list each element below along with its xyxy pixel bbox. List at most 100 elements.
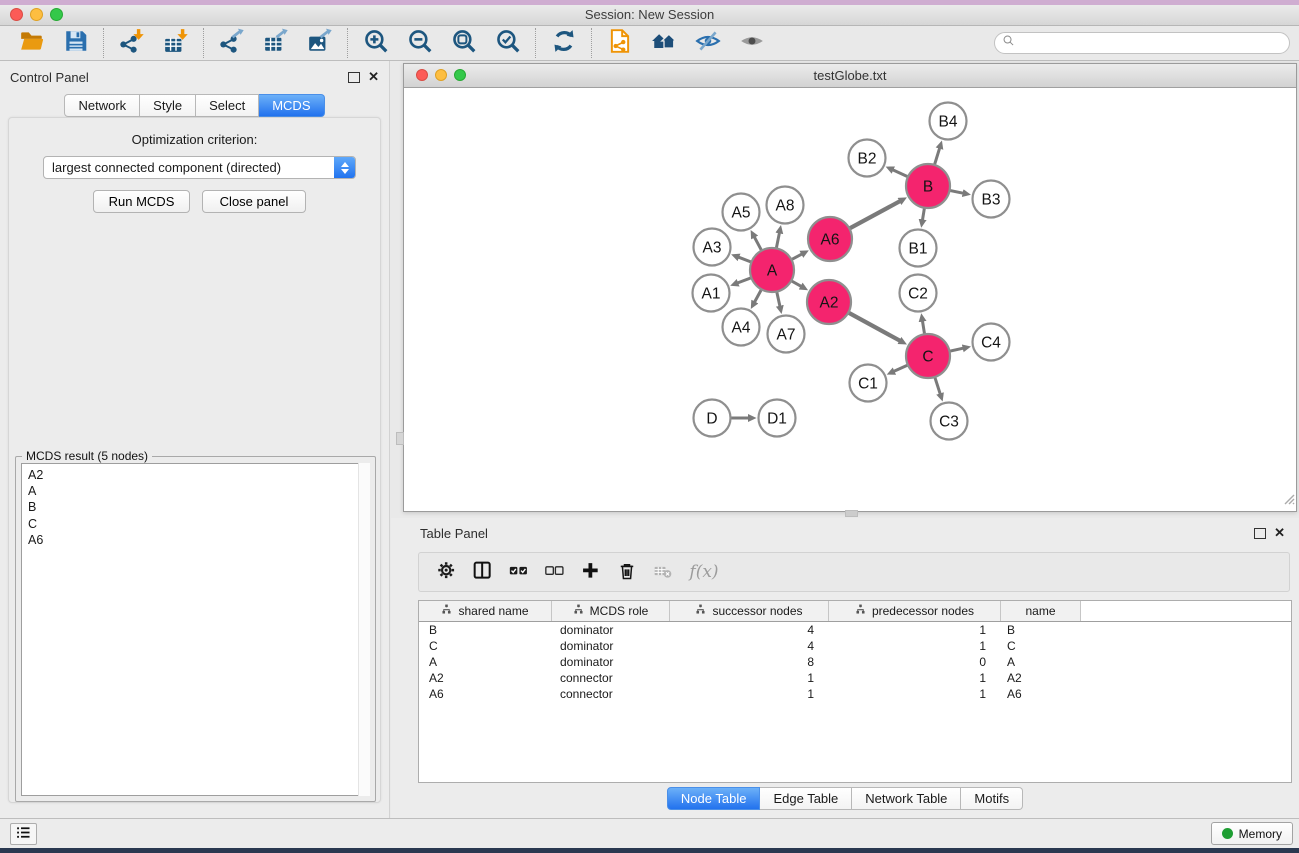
float-panel-icon[interactable] (348, 72, 360, 83)
table-row[interactable]: Adominator80A (419, 654, 1291, 670)
table-cell[interactable]: 4 (670, 638, 829, 654)
checked-pair-button[interactable] (501, 556, 537, 588)
graph-node-A4[interactable]: A4 (723, 309, 760, 346)
mcds-result-item[interactable]: C (22, 516, 369, 532)
table-row[interactable]: A6connector11A6 (419, 686, 1291, 702)
memory-button[interactable]: Memory (1211, 822, 1293, 845)
graph-node-A2[interactable]: A2 (807, 280, 851, 324)
table-cell[interactable]: C (1001, 638, 1081, 654)
graph-node-D1[interactable]: D1 (759, 400, 796, 437)
graph-node-A3[interactable]: A3 (694, 229, 731, 266)
table-cell[interactable]: B (1001, 622, 1081, 638)
graph-node-B[interactable]: B (906, 164, 950, 208)
run-mcds-button[interactable]: Run MCDS (93, 190, 190, 213)
graph-node-A8[interactable]: A8 (767, 187, 804, 224)
table-cell[interactable]: 0 (829, 654, 1001, 670)
home-pair-button[interactable] (642, 27, 686, 59)
graph-node-C2[interactable]: C2 (900, 275, 937, 312)
tab-node-table[interactable]: Node Table (667, 787, 761, 810)
graph-node-B2[interactable]: B2 (849, 140, 886, 177)
table-cell[interactable]: 1 (829, 638, 1001, 654)
table-cell[interactable]: 1 (829, 686, 1001, 702)
table-cell[interactable]: connector (552, 686, 670, 702)
graph-node-B3[interactable]: B3 (973, 181, 1010, 218)
tab-network[interactable]: Network (64, 94, 140, 117)
table-cell[interactable]: connector (552, 670, 670, 686)
column-header-successor-nodes[interactable]: successor nodes (670, 601, 829, 621)
export-table-button[interactable] (254, 27, 298, 59)
gear-button[interactable] (429, 556, 465, 588)
network-file-button[interactable] (598, 27, 642, 59)
column-header-predecessor-nodes[interactable]: predecessor nodes (829, 601, 1001, 621)
splitter-handle-bottom[interactable] (845, 510, 858, 517)
tab-motifs[interactable]: Motifs (961, 787, 1023, 810)
close-panel-icon[interactable]: ✕ (368, 71, 379, 83)
graph-node-A1[interactable]: A1 (693, 275, 730, 312)
graph-node-C[interactable]: C (906, 334, 950, 378)
table-cell[interactable]: 1 (670, 670, 829, 686)
mcds-result-item[interactable]: A2 (22, 467, 369, 483)
table-cell[interactable]: 1 (829, 670, 1001, 686)
table-cell[interactable]: A6 (1001, 686, 1081, 702)
search-input[interactable] (1020, 34, 1289, 52)
graph-node-A[interactable]: A (750, 248, 794, 292)
unchecked-pair-button[interactable] (537, 556, 573, 588)
eye-button[interactable] (730, 27, 774, 59)
table-cell[interactable]: 8 (670, 654, 829, 670)
resize-grip-icon[interactable] (1282, 492, 1295, 510)
table-cell[interactable]: A6 (419, 686, 552, 702)
zoom-out-button[interactable] (398, 27, 442, 59)
open-file-button[interactable] (10, 27, 54, 59)
mcds-result-item[interactable]: A (22, 483, 369, 499)
import-network-button[interactable] (110, 27, 154, 59)
graph-node-B4[interactable]: B4 (930, 103, 967, 140)
column-header-MCDS-role[interactable]: MCDS role (552, 601, 670, 621)
import-table-button[interactable] (154, 27, 198, 59)
graph-node-A5[interactable]: A5 (723, 194, 760, 231)
export-network-button[interactable] (210, 27, 254, 59)
network-canvas[interactable]: B4B2BB3A5A8A6B1A3AC2A1A2A4A7C4CC1DD1C3 (404, 87, 1296, 511)
table-row[interactable]: Cdominator41C (419, 638, 1291, 654)
mcds-result-item[interactable]: A6 (22, 532, 369, 548)
plus-button[interactable] (573, 556, 609, 588)
mcds-result-item[interactable]: B (22, 499, 369, 515)
graph-node-A6[interactable]: A6 (808, 217, 852, 261)
close-panel-button[interactable]: Close panel (202, 190, 306, 213)
search-field[interactable] (994, 32, 1290, 54)
tab-network-table[interactable]: Network Table (852, 787, 961, 810)
criterion-dropdown[interactable]: largest connected component (directed) (43, 156, 356, 179)
table-row[interactable]: A2connector11A2 (419, 670, 1291, 686)
graph-node-C4[interactable]: C4 (973, 324, 1010, 361)
table-cell[interactable]: dominator (552, 654, 670, 670)
table-cell[interactable]: 1 (829, 622, 1001, 638)
trash-button[interactable] (609, 556, 645, 588)
tab-edge-table[interactable]: Edge Table (760, 787, 852, 810)
tab-select[interactable]: Select (196, 94, 259, 117)
save-session-button[interactable] (54, 27, 98, 59)
table-cell[interactable]: 4 (670, 622, 829, 638)
table-cell[interactable]: 1 (670, 686, 829, 702)
table-cell[interactable]: A (1001, 654, 1081, 670)
refresh-view-button[interactable] (542, 27, 586, 59)
splitter-handle-left[interactable] (396, 432, 404, 445)
table-cell[interactable]: C (419, 638, 552, 654)
graph-node-C3[interactable]: C3 (931, 403, 968, 440)
tab-mcds[interactable]: MCDS (259, 94, 324, 117)
zoom-in-button[interactable] (354, 27, 398, 59)
columns-button[interactable] (465, 556, 501, 588)
table-close-icon[interactable]: ✕ (1274, 527, 1285, 539)
result-list-scrollbar[interactable] (358, 463, 370, 796)
table-cell[interactable]: A2 (1001, 670, 1081, 686)
column-header-name[interactable]: name (1001, 601, 1081, 621)
table-cell[interactable]: A2 (419, 670, 552, 686)
table-cell[interactable]: dominator (552, 622, 670, 638)
table-cell[interactable]: dominator (552, 638, 670, 654)
zoom-selected-button[interactable] (486, 27, 530, 59)
table-float-icon[interactable] (1254, 528, 1266, 539)
task-history-button[interactable] (10, 823, 37, 845)
graph-node-C1[interactable]: C1 (850, 365, 887, 402)
graph-node-B1[interactable]: B1 (900, 230, 937, 267)
table-cell[interactable]: B (419, 622, 552, 638)
table-cell[interactable]: A (419, 654, 552, 670)
table-row[interactable]: Bdominator41B (419, 622, 1291, 638)
